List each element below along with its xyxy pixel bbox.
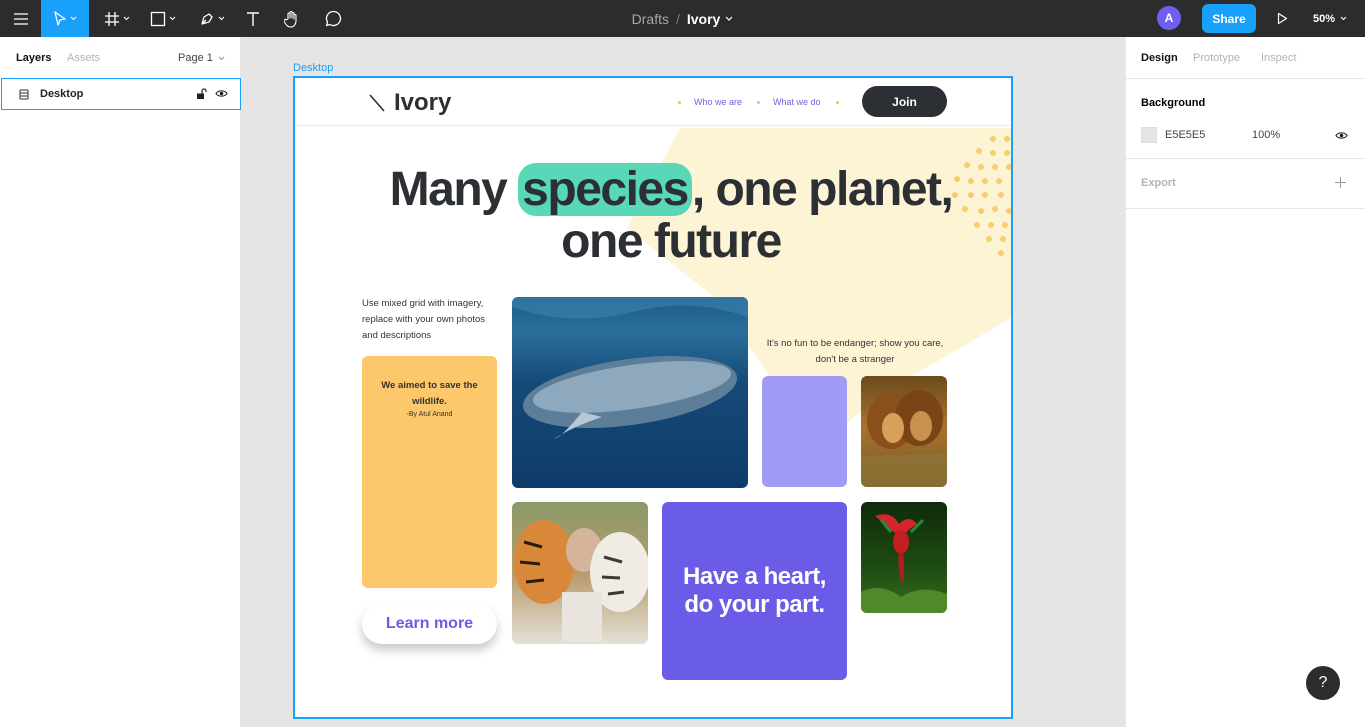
background-section: Background E5E5E5 100%: [1126, 79, 1365, 159]
hero-headline: Many species, one planet, one future: [295, 163, 1011, 268]
frame-tool-button[interactable]: [97, 0, 137, 37]
headline-highlight: species: [518, 163, 692, 216]
chevron-down-icon: [218, 16, 225, 21]
layers-panel: Layers Assets Page 1 Desktop: [0, 37, 241, 727]
breadcrumb-separator: /: [675, 10, 680, 27]
export-section: Export: [1126, 159, 1365, 209]
nav-dot: [836, 101, 839, 104]
layer-row-desktop[interactable]: Desktop: [1, 78, 241, 110]
quote-author: -By Atul Anand: [406, 411, 453, 418]
tab-layers[interactable]: Layers: [16, 52, 51, 64]
text-tool-button[interactable]: [240, 0, 266, 37]
nav-dot: [757, 101, 760, 104]
headline-line-2: one future: [561, 215, 782, 268]
logo-slash-icon: [369, 94, 385, 112]
share-button[interactable]: Share: [1202, 4, 1256, 33]
hamburger-icon: [13, 12, 28, 25]
background-opacity-value[interactable]: 100%: [1252, 129, 1280, 141]
frame-grid-icon: [105, 11, 119, 26]
logo-text: Ivory: [394, 89, 452, 116]
main-menu-button[interactable]: [0, 0, 41, 37]
site-nav: Ivory Who we are What we do Join: [295, 78, 1011, 126]
properties-panel: Design Prototype Inspect Background E5E5…: [1125, 37, 1365, 727]
intro-text: Use mixed grid with imagery, replace wit…: [362, 298, 486, 341]
headline-pre: Many: [389, 163, 519, 216]
lions-illustration: [861, 390, 947, 487]
chevron-down-icon: [169, 16, 176, 21]
cta-text: Have a heart, do your part.: [683, 563, 826, 618]
play-icon: [1277, 12, 1287, 25]
chevron-down-icon[interactable]: [725, 16, 733, 21]
comment-tool-button[interactable]: [319, 0, 347, 37]
layer-name: Desktop: [40, 88, 84, 100]
learn-more-button[interactable]: Learn more: [362, 604, 497, 644]
tab-design[interactable]: Design: [1141, 52, 1178, 64]
rectangle-icon: [150, 11, 166, 26]
headline-line-1: Many species, one planet,: [295, 163, 1011, 216]
chevron-down-icon: [70, 16, 77, 21]
shape-tool-button[interactable]: [143, 0, 183, 37]
tab-inspect[interactable]: Inspect: [1261, 52, 1296, 64]
background-title: Background: [1141, 97, 1206, 109]
nav-link-who-we-are[interactable]: Who we are: [694, 97, 742, 107]
nav-dot: [678, 101, 681, 104]
plus-icon[interactable]: [1335, 177, 1346, 188]
tiger-illustration: [514, 520, 648, 642]
hand-icon: [284, 10, 297, 28]
tiger-image: [512, 502, 648, 644]
side-text: It's no fun to be endanger; show you car…: [766, 338, 944, 365]
eye-icon[interactable]: [215, 89, 228, 98]
pen-tool-button[interactable]: [192, 0, 232, 37]
avatar[interactable]: A: [1157, 6, 1181, 30]
left-panel-tabs: Layers Assets Page 1: [0, 37, 240, 79]
desktop-frame[interactable]: Ivory Who we are What we do Join Many sp…: [293, 76, 1013, 719]
lavender-card: [762, 376, 847, 487]
join-button[interactable]: Join: [862, 86, 947, 117]
pen-icon: [201, 12, 213, 25]
parrot-image: [861, 502, 947, 613]
move-tool-button[interactable]: [41, 0, 89, 37]
whale-illustration: [512, 297, 748, 439]
color-swatch[interactable]: [1141, 127, 1157, 143]
unlock-icon[interactable]: [196, 88, 207, 100]
help-button[interactable]: ?: [1306, 666, 1340, 700]
chevron-down-icon: [1340, 16, 1347, 21]
right-panel-tabs: Design Prototype Inspect: [1126, 37, 1365, 79]
frame-layer-icon: [19, 89, 29, 99]
breadcrumb-drafts[interactable]: Drafts: [632, 11, 669, 27]
zoom-control[interactable]: 50%: [1313, 0, 1347, 37]
lions-image: [861, 376, 947, 487]
comment-bubble-icon: [325, 10, 341, 27]
toolbar: Drafts / Ivory A Share 50%: [0, 0, 1365, 37]
cta-card: Have a heart, do your part.: [662, 502, 847, 680]
frame-label[interactable]: Desktop: [293, 62, 333, 74]
file-name[interactable]: Ivory: [687, 11, 720, 27]
page-selector[interactable]: Page 1: [178, 52, 225, 64]
quote-card: We aimed to save the wildlife. -By Atul …: [362, 356, 497, 588]
tab-prototype[interactable]: Prototype: [1193, 52, 1240, 64]
chevron-down-icon: [123, 16, 130, 21]
page-selector-label: Page 1: [178, 52, 213, 64]
chevron-down-icon: [218, 56, 225, 60]
present-button[interactable]: [1270, 0, 1294, 37]
site-logo[interactable]: Ivory: [369, 89, 451, 117]
headline-post: , one planet,: [691, 163, 954, 216]
background-hex-value[interactable]: E5E5E5: [1165, 129, 1205, 141]
export-title: Export: [1141, 177, 1176, 189]
whale-image: [512, 297, 748, 488]
hand-tool-button[interactable]: [278, 0, 306, 37]
nav-link-what-we-do[interactable]: What we do: [773, 97, 821, 107]
tab-assets[interactable]: Assets: [67, 52, 100, 64]
cursor-arrow-icon: [54, 10, 66, 26]
canvas[interactable]: Desktop Ivory Who we are What we do Join…: [242, 37, 1125, 727]
eye-icon[interactable]: [1335, 131, 1348, 140]
quote-text: We aimed to save the wildlife.: [381, 380, 478, 407]
zoom-level: 50%: [1313, 12, 1336, 25]
text-icon: [247, 11, 259, 26]
parrot-illustration: [861, 514, 947, 613]
